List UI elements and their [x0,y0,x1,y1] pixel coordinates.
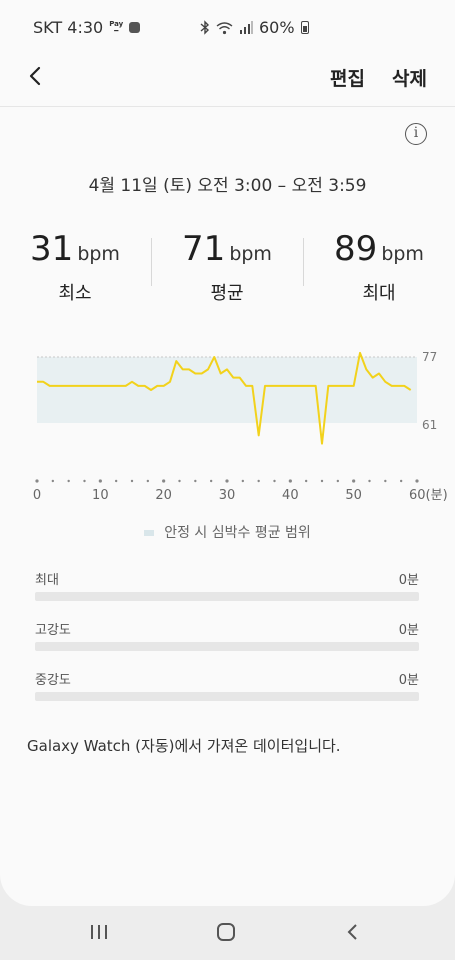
x-axis-dot [35,479,39,483]
x-axis-dot [194,479,197,483]
carrier-time: SKT 4:30 [33,18,104,37]
x-tick-label: 40 [282,488,299,503]
delete-button[interactable]: 삭제 [392,64,427,91]
avg-label: 평균 [210,283,244,304]
x-tick-label: 10 [92,488,109,503]
x-axis-dot [352,479,356,483]
home-button[interactable] [214,920,238,944]
samsung-pay-icon: Pay ━ [109,19,124,35]
x-tick-label: 50 [345,488,362,503]
signal-icon [240,21,253,34]
intensity-track [35,692,419,701]
resting-range-band [37,357,417,423]
max-stat: 89 bpm 최대 [304,229,454,305]
x-axis-dot [209,479,213,483]
intensity-name: 중강도 [35,673,71,688]
x-axis-dot [83,479,86,483]
time-range: 4월 11일 (토) 오전 3:00 – 오전 3:59 [88,176,367,196]
avg-unit: bpm [229,243,272,265]
intensity-row-max: 최대 0분 [35,569,419,601]
x-axis-dot [336,479,340,483]
chart-legend: 안정 시 심박수 평균 범위 [0,522,455,542]
y-range-label: 77 [422,350,437,364]
status-bar: SKT 4:30 Pay ━ 60% [0,0,455,56]
intensity-amount: 0분 [398,573,419,588]
edit-button[interactable]: 편집 [330,64,365,91]
x-axis-dot [67,479,70,483]
x-axis-dot [225,479,229,483]
heart-rate-chart: 77 61 0 10 20 30 40 50 60(분) [33,350,448,503]
intensity-track [35,592,419,601]
avg-stat: 71 bpm 평균 [152,229,302,305]
notification-icon [129,22,141,33]
intensity-name: 고강도 [35,623,71,638]
x-axis-dot [257,479,260,483]
status-right: 60% [200,18,309,37]
info-icon[interactable]: i [405,123,427,145]
x-axis-dot [178,479,181,483]
y-range-label: 61 [422,418,437,432]
x-tick-label: 20 [155,488,172,503]
intensity-amount: 0분 [398,673,419,688]
min-label: 최소 [58,283,92,304]
min-value: 31 [30,229,74,269]
recent-apps-button[interactable] [87,920,111,944]
intensity-row-high: 고강도 0분 [35,619,419,651]
battery-icon [300,21,309,34]
heart-rate-detail-card: i 4월 11일 (토) 오전 3:00 – 오전 3:59 31 bpm 최소 … [0,106,455,906]
intensity-amount: 0분 [398,623,419,638]
max-label: 최대 [362,283,396,304]
intensity-track [35,642,419,651]
back-button[interactable] [22,62,50,90]
legend-label: 안정 시 심박수 평균 범위 [164,525,311,541]
x-tick-label: 60(분) [409,488,448,503]
x-axis-dot [384,479,387,483]
x-axis-dot [273,479,276,483]
x-tick-label: 30 [219,488,236,503]
x-axis-dot [320,479,324,483]
pay-label: Pay [109,19,124,28]
x-axis-dot [114,479,118,483]
x-axis-dot [304,479,308,483]
intensity-name: 최대 [35,573,59,588]
x-axis-dot [162,479,166,483]
x-axis-dot [399,479,403,483]
x-axis-dot [288,479,292,483]
x-axis-dot [415,479,419,483]
intensity-row-medium: 중강도 0분 [35,669,419,701]
battery-percent: 60% [259,18,295,37]
source-note: Galaxy Watch (자동)에서 가져온 데이터입니다. [27,737,341,755]
back-nav-button[interactable] [341,920,365,944]
avg-value: 71 [182,229,226,269]
x-tick-label: 0 [33,488,41,503]
x-axis-dot [130,479,134,483]
max-value: 89 [334,229,378,269]
min-stat: 31 bpm 최소 [0,229,150,305]
status-left: SKT 4:30 Pay ━ [33,18,141,37]
x-axis-dot [146,479,150,483]
x-axis-dot [241,479,245,483]
app-bar: 편집 삭제 [0,56,455,106]
x-axis-dot [368,479,371,483]
max-unit: bpm [381,243,424,265]
bluetooth-icon [200,20,210,35]
x-axis-dot [51,479,55,483]
x-axis-dot [98,479,102,483]
legend-swatch [144,530,155,536]
navigation-bar [0,906,455,960]
wifi-icon [216,21,233,34]
min-unit: bpm [77,243,120,265]
